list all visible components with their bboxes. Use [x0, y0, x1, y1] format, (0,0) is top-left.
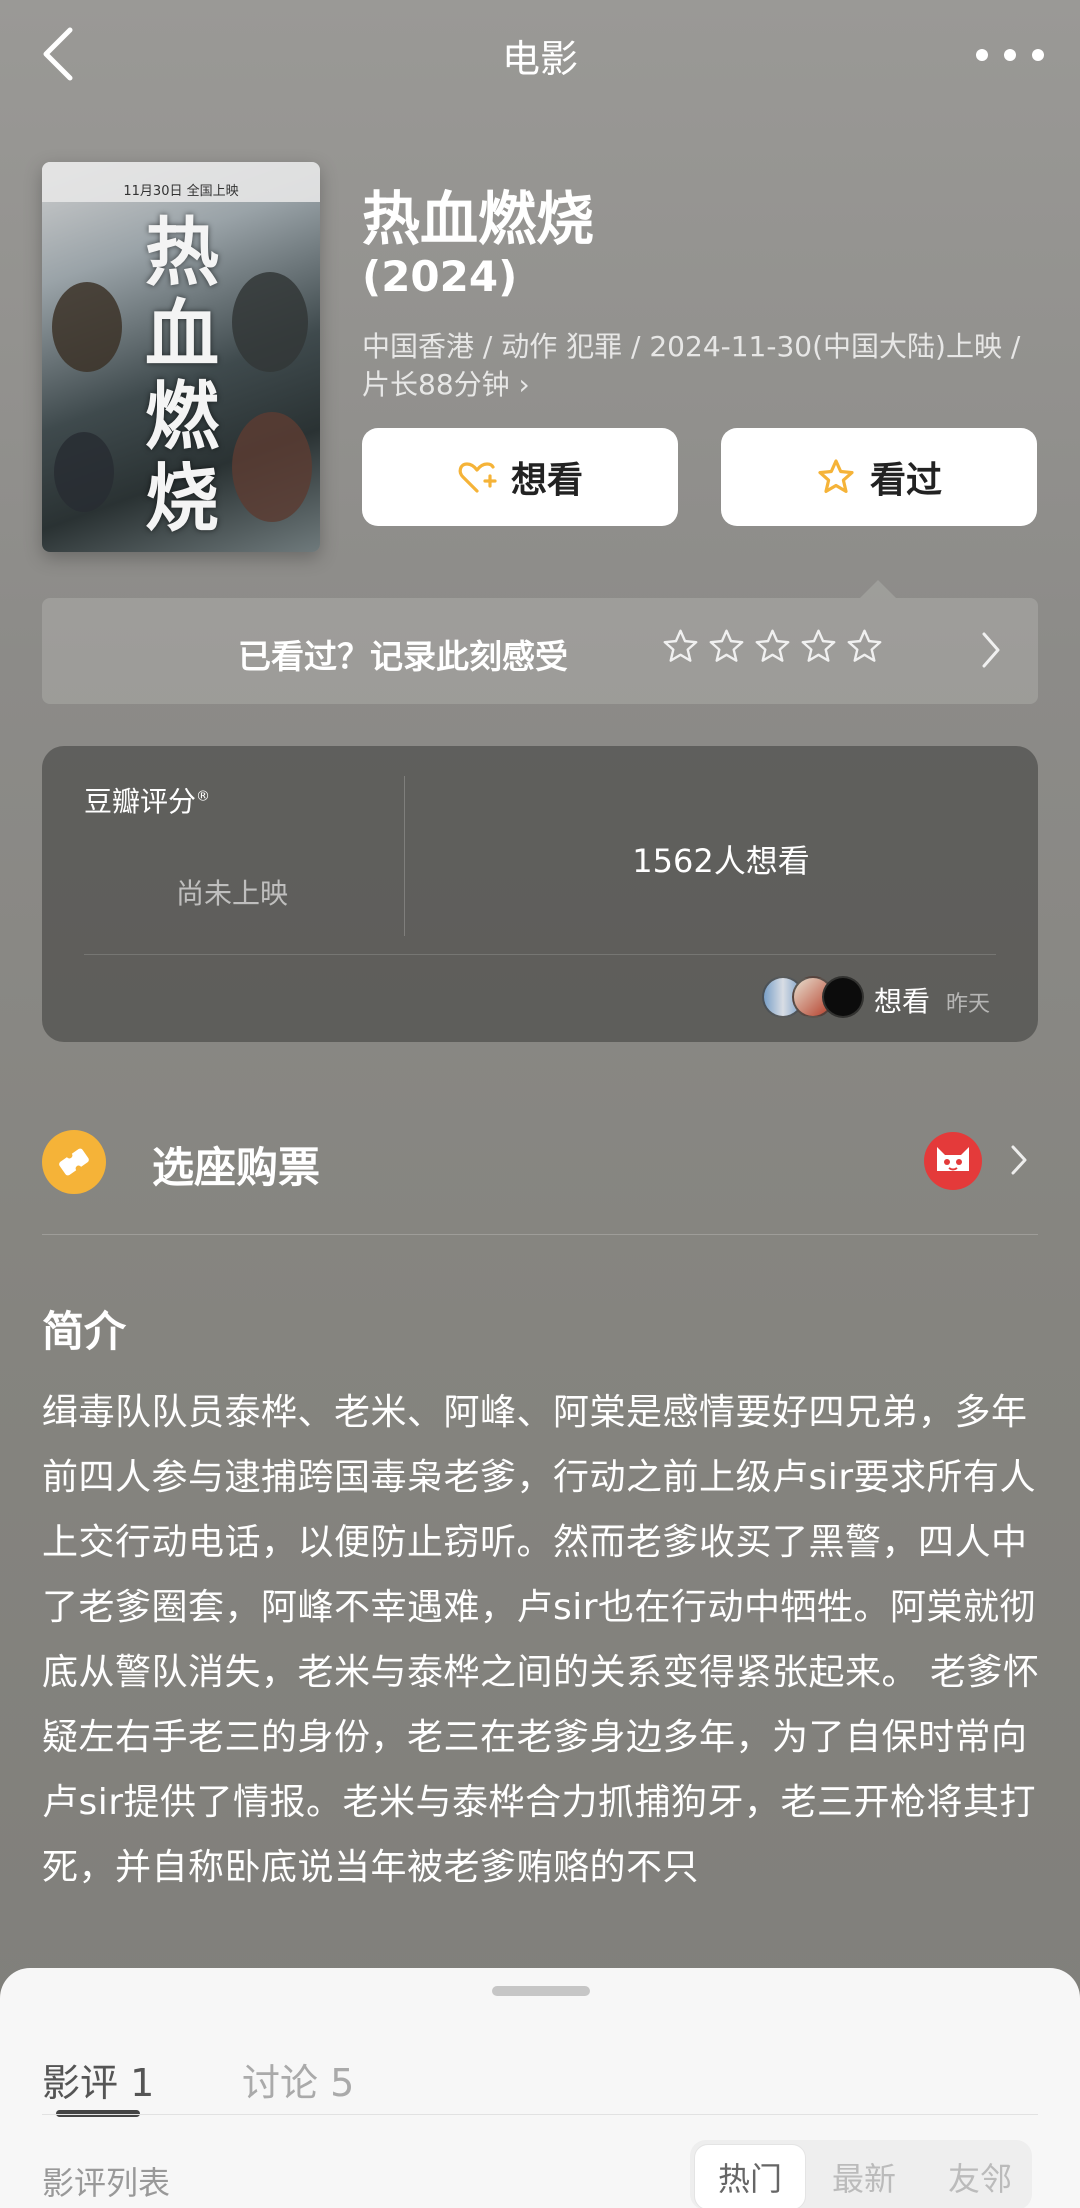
synopsis-text[interactable]: 缉毒队队员泰桦、老米、阿峰、阿棠是感情要好四兄弟，多年前四人参与逮捕跨国毒枭老爹… — [42, 1380, 1042, 1900]
registered-mark: ® — [196, 788, 211, 805]
poster-release-note: 11月30日 全国上映 — [123, 184, 239, 199]
top-bar: 电影 — [0, 0, 1080, 110]
sheet-divider — [42, 2114, 1038, 2115]
more-options-button[interactable] — [970, 30, 1050, 80]
more-dot — [1032, 49, 1044, 61]
movie-title: 热血燃烧 — [362, 185, 595, 253]
rate-prompt-bar[interactable]: 已看过？记录此刻感受 — [42, 598, 1038, 704]
poster-glyph: 燃 — [145, 374, 219, 460]
rating-status: 尚未上映 — [175, 877, 288, 910]
movie-meta-link[interactable]: 中国香港 / 动作 犯罪 / 2024-11-30(中国大陆)上映 / 片长88… — [362, 328, 1042, 404]
chevron-right-icon — [982, 632, 1000, 668]
more-dot — [1004, 49, 1016, 61]
review-list-title: 影评列表 — [42, 2164, 171, 2202]
rating-card[interactable]: 豆瓣评分® 尚未上映 1562人想看 想看 昨天 — [42, 746, 1038, 1042]
douban-rating-label-text: 豆瓣评分 — [84, 785, 197, 818]
poster-glyph: 血 — [145, 292, 219, 378]
maoyan-cat-icon — [924, 1132, 982, 1190]
reviews-bottom-sheet[interactable]: 影评 1 讨论 5 影评列表 热门 最新 友邻 — [0, 1968, 1080, 2208]
rate-prompt-text: 已看过？记录此刻感受 — [238, 637, 568, 676]
watched-label: 看过 — [869, 460, 942, 501]
ticket-icon — [42, 1130, 106, 1194]
want-to-watch-label: 想看 — [510, 460, 583, 501]
avatar — [822, 976, 864, 1018]
review-sort-filter: 热门 最新 友邻 — [690, 2140, 1032, 2208]
page-title: 电影 — [501, 37, 578, 81]
star-rating-input[interactable] — [662, 628, 883, 665]
douban-rating-label: 豆瓣评分® — [84, 780, 210, 820]
sheet-drag-handle[interactable] — [492, 1986, 590, 1996]
star-outline-icon[interactable] — [846, 628, 883, 665]
section-divider — [42, 1234, 1038, 1235]
wish-count: 1562人想看 — [632, 842, 810, 880]
want-to-watch-button[interactable]: 想看 — [362, 428, 678, 526]
rating-divider-horizontal — [84, 954, 996, 955]
watched-button[interactable]: 看过 — [721, 428, 1037, 526]
friend-activity-label: 想看 — [874, 985, 931, 1018]
more-dots-icon — [976, 49, 988, 61]
filter-newest[interactable]: 最新 — [832, 2154, 896, 2200]
poster-glyph: 热 — [145, 210, 219, 296]
filter-friends[interactable]: 友邻 — [948, 2154, 1012, 2200]
chevron-right-icon — [1011, 1145, 1027, 1175]
poster-glyph: 烧 — [145, 456, 219, 542]
poster-title-art: 热 血 燃 烧 — [112, 212, 252, 540]
poster-figure — [54, 432, 114, 512]
cat-face — [937, 1147, 969, 1171]
star-outline-icon[interactable] — [662, 628, 699, 665]
movie-year: (2024) — [362, 252, 518, 301]
movie-poster[interactable]: 11月30日 全国上映 热 血 燃 烧 — [42, 162, 320, 552]
rate-bar-caret — [860, 580, 896, 598]
star-outline-icon[interactable] — [754, 628, 791, 665]
tab-discussions[interactable]: 讨论 5 — [242, 2052, 354, 2107]
heart-plus-icon — [458, 462, 497, 493]
friend-avatars[interactable] — [762, 976, 864, 1018]
friend-activity-time: 昨天 — [946, 992, 991, 1017]
synopsis-heading: 简介 — [42, 1307, 127, 1356]
buy-tickets-row[interactable]: 选座购票 — [42, 1120, 1038, 1240]
star-outline-icon[interactable] — [708, 628, 745, 665]
buy-tickets-label: 选座购票 — [152, 1143, 321, 1192]
filter-hot[interactable]: 热门 — [694, 2144, 806, 2208]
ticket-glyph — [59, 1148, 89, 1176]
star-outline-icon[interactable] — [800, 628, 837, 665]
star-icon — [818, 459, 854, 494]
tab-reviews[interactable]: 影评 1 — [42, 2052, 154, 2107]
